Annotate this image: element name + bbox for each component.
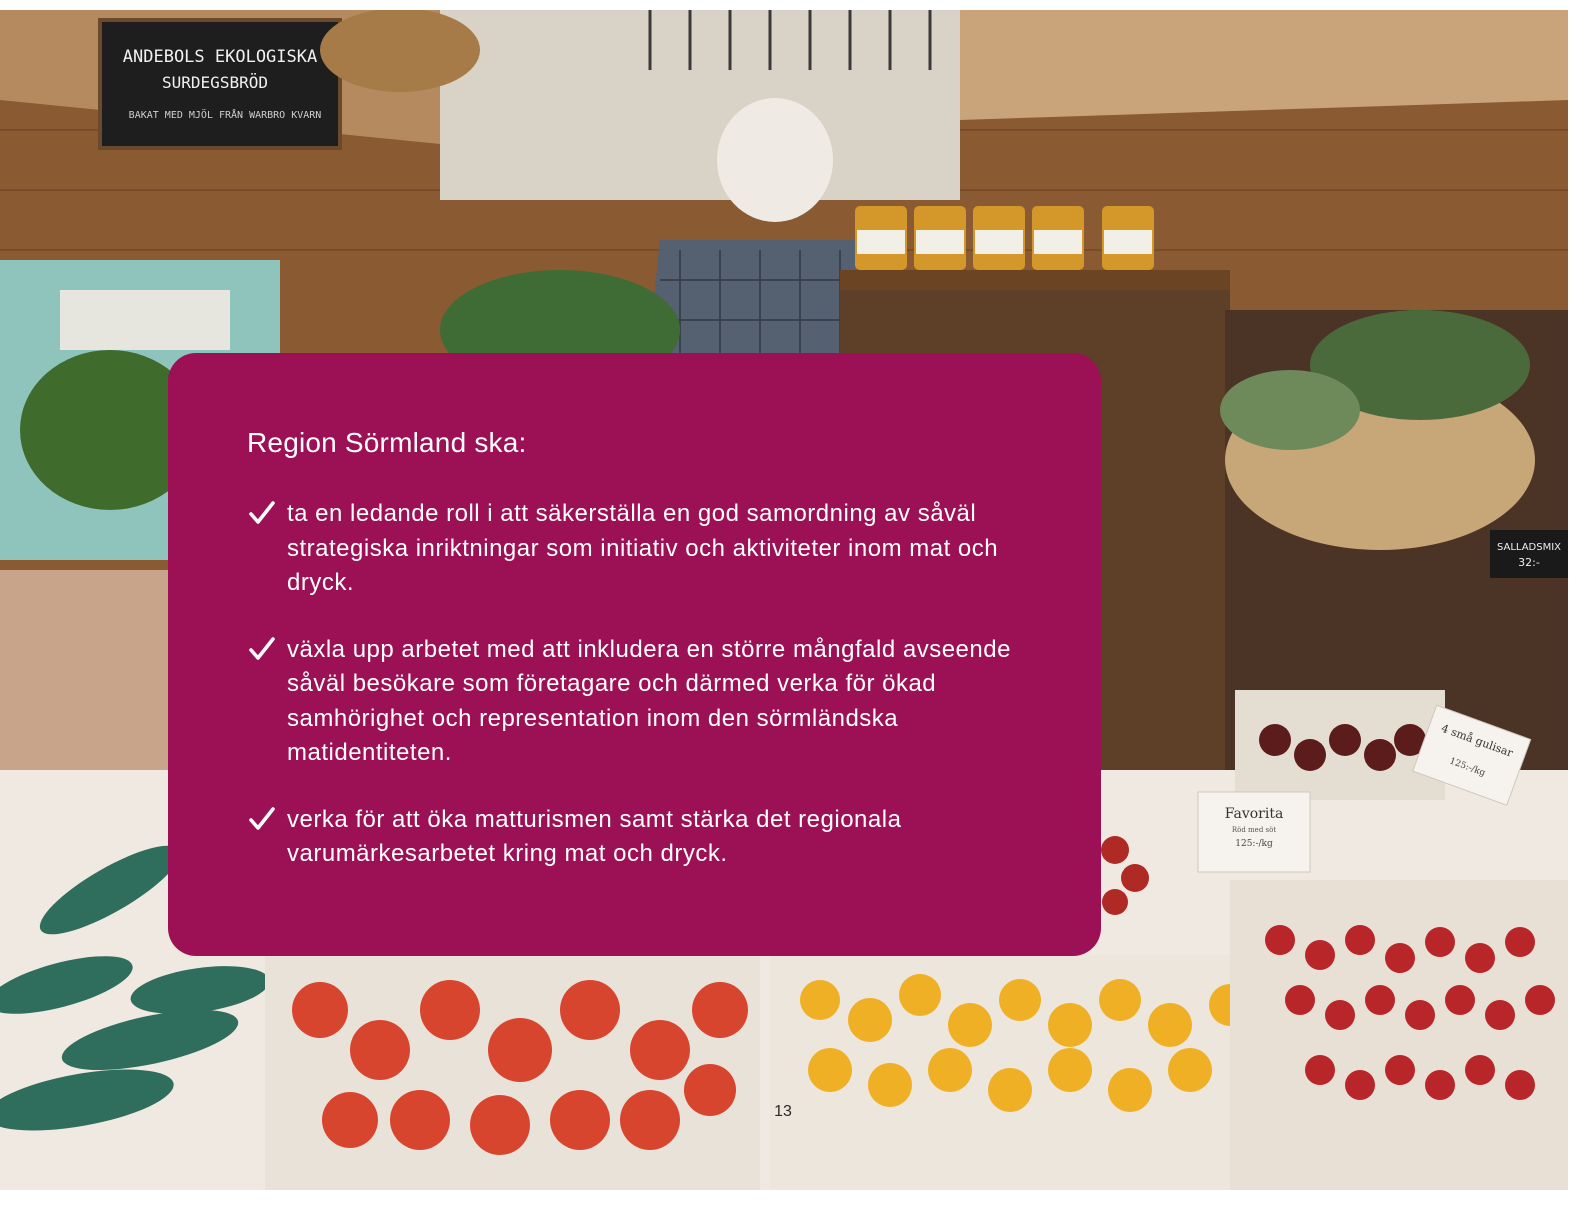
checkmark-icon [247, 497, 287, 529]
favorita-price: 125:-/kg [1235, 839, 1273, 849]
favorita-title: Favorita [1225, 806, 1284, 822]
list-item: verka för att öka matturismen samt stärk… [247, 803, 1021, 872]
salladsmix-label: SALLADSMIX [1497, 542, 1561, 553]
list-item-text: växla upp arbetet med att inkludera en s… [287, 635, 1011, 767]
favorita-sub: Röd med söt [1232, 826, 1276, 834]
page-number: 13 [774, 1103, 792, 1120]
list-item: växla upp arbetet med att inkludera en s… [247, 633, 1021, 771]
list-item: ta en ledande roll i att säkerställa en … [247, 497, 1021, 601]
list-item-text: ta en ledande roll i att säkerställa en … [287, 500, 999, 596]
checkmark-icon [247, 803, 287, 835]
salladsmix-price: 32:- [1518, 556, 1540, 569]
sign-text-line3: BAKAT MED MJÖL FRÅN WARBRO KVARN [129, 108, 322, 121]
checkmark-icon [247, 633, 287, 665]
list-item-text: verka för att öka matturismen samt stärk… [287, 805, 902, 868]
sign-text-line2: SURDEGSBRÖD [162, 73, 268, 92]
text-panel: Region Sörmland ska: ta en ledande roll … [168, 353, 1101, 956]
panel-heading: Region Sörmland ska: [247, 427, 527, 458]
sign-text-line1: ANDEBOLS EKOLOGISKA [123, 47, 317, 67]
